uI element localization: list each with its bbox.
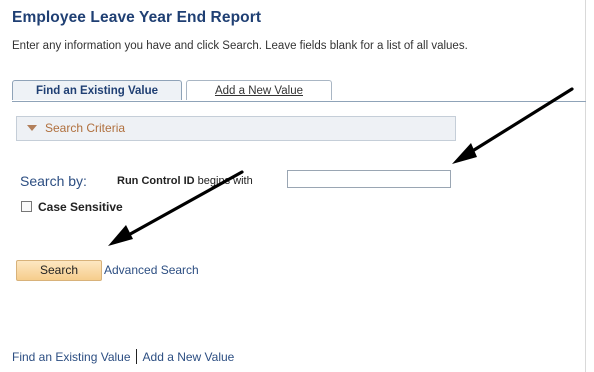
instructions-text: Enter any information you have and click… xyxy=(12,40,468,52)
case-sensitive-checkbox[interactable] xyxy=(21,201,32,212)
operator-label: begins with xyxy=(197,175,253,187)
search-button[interactable]: Search xyxy=(16,260,102,281)
triangle-down-icon[interactable] xyxy=(27,125,37,131)
footer-separator xyxy=(135,349,137,364)
search-by-label: Search by: xyxy=(20,173,87,189)
tab-add-new-value[interactable]: Add a New Value xyxy=(186,80,332,100)
case-sensitive-label: Case Sensitive xyxy=(38,200,123,214)
run-control-id-label: Run Control ID begins with xyxy=(117,175,253,187)
tab-find-existing-value[interactable]: Find an Existing Value xyxy=(12,80,182,100)
tab-divider xyxy=(12,101,586,102)
search-criteria-label: Search Criteria xyxy=(45,121,126,135)
run-control-id-input[interactable] xyxy=(287,170,451,188)
field-label: Run Control ID xyxy=(117,175,195,187)
page-title: Employee Leave Year End Report xyxy=(12,9,262,26)
search-criteria-header[interactable]: Search Criteria xyxy=(16,116,456,141)
footer-add-new-link[interactable]: Add a New Value xyxy=(143,350,235,364)
footer-find-existing-link[interactable]: Find an Existing Value xyxy=(12,350,131,364)
footer-links: Find an Existing Value Add a New Value xyxy=(12,349,234,364)
right-border xyxy=(585,0,586,372)
advanced-search-link[interactable]: Advanced Search xyxy=(104,263,199,277)
